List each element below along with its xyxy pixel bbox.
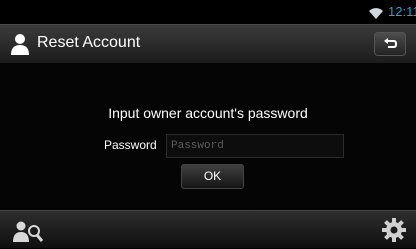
settings-button[interactable] <box>380 216 408 244</box>
status-bar: 12:11 <box>0 0 416 24</box>
person-icon <box>11 33 29 55</box>
title-bar: Reset Account <box>0 24 416 64</box>
person-search-button[interactable] <box>9 216 45 244</box>
ok-button[interactable]: OK <box>181 164 244 189</box>
back-arrow-icon <box>384 38 397 48</box>
dialog-area: Input owner account's password Password … <box>0 63 416 210</box>
back-button[interactable] <box>374 32 406 56</box>
status-clock: 12:11 <box>388 4 416 19</box>
password-input[interactable] <box>166 134 344 158</box>
gear-icon <box>382 218 406 242</box>
password-label: Password <box>104 138 157 152</box>
bottom-bar <box>0 210 416 248</box>
page-title: Reset Account <box>37 34 141 51</box>
wifi-icon <box>369 6 383 19</box>
person-search-icon <box>13 221 44 242</box>
password-prompt: Input owner account's password <box>108 105 308 121</box>
